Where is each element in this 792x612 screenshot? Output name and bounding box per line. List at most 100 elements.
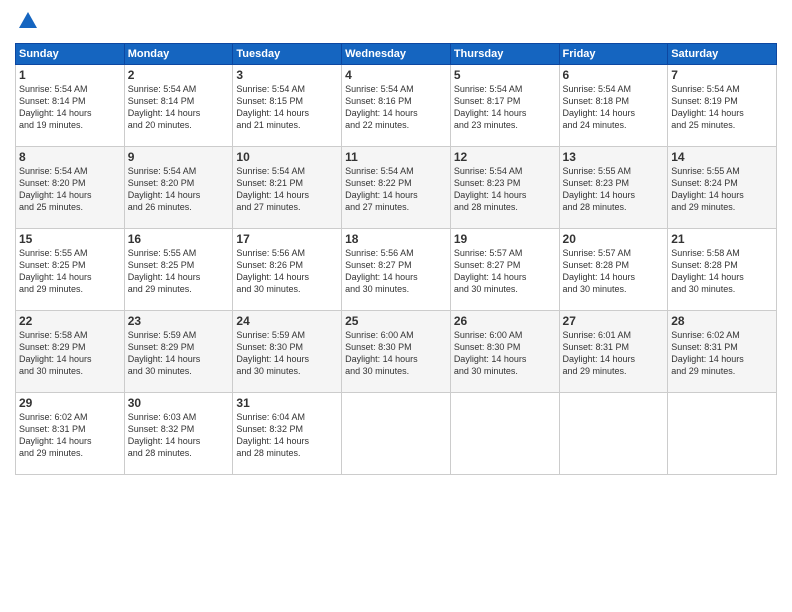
logo-icon (17, 10, 39, 32)
calendar-day-cell: 19Sunrise: 5:57 AMSunset: 8:27 PMDayligh… (450, 228, 559, 310)
calendar-day-cell: 29Sunrise: 6:02 AMSunset: 8:31 PMDayligh… (16, 392, 125, 474)
day-number: 30 (128, 396, 230, 410)
day-info: Sunrise: 5:57 AMSunset: 8:27 PMDaylight:… (454, 247, 556, 296)
calendar-week-row: 29Sunrise: 6:02 AMSunset: 8:31 PMDayligh… (16, 392, 777, 474)
day-info: Sunrise: 5:54 AMSunset: 8:14 PMDaylight:… (128, 83, 230, 132)
day-number: 9 (128, 150, 230, 164)
day-info: Sunrise: 5:54 AMSunset: 8:21 PMDaylight:… (236, 165, 338, 214)
day-number: 2 (128, 68, 230, 82)
day-info: Sunrise: 5:54 AMSunset: 8:22 PMDaylight:… (345, 165, 447, 214)
calendar-day-cell: 28Sunrise: 6:02 AMSunset: 8:31 PMDayligh… (668, 310, 777, 392)
day-info: Sunrise: 5:54 AMSunset: 8:17 PMDaylight:… (454, 83, 556, 132)
day-info: Sunrise: 5:56 AMSunset: 8:26 PMDaylight:… (236, 247, 338, 296)
calendar-day-cell: 10Sunrise: 5:54 AMSunset: 8:21 PMDayligh… (233, 146, 342, 228)
day-number: 26 (454, 314, 556, 328)
header-sunday: Sunday (16, 43, 125, 64)
day-number: 13 (563, 150, 665, 164)
calendar-day-cell: 30Sunrise: 6:03 AMSunset: 8:32 PMDayligh… (124, 392, 233, 474)
day-info: Sunrise: 6:02 AMSunset: 8:31 PMDaylight:… (671, 329, 773, 378)
day-number: 3 (236, 68, 338, 82)
day-info: Sunrise: 5:54 AMSunset: 8:16 PMDaylight:… (345, 83, 447, 132)
header-friday: Friday (559, 43, 668, 64)
day-info: Sunrise: 5:54 AMSunset: 8:20 PMDaylight:… (19, 165, 121, 214)
day-number: 21 (671, 232, 773, 246)
day-number: 20 (563, 232, 665, 246)
calendar-day-cell: 23Sunrise: 5:59 AMSunset: 8:29 PMDayligh… (124, 310, 233, 392)
header-thursday: Thursday (450, 43, 559, 64)
day-number: 23 (128, 314, 230, 328)
empty-cell (342, 392, 451, 474)
day-number: 19 (454, 232, 556, 246)
day-info: Sunrise: 5:54 AMSunset: 8:18 PMDaylight:… (563, 83, 665, 132)
day-number: 29 (19, 396, 121, 410)
calendar-day-cell: 11Sunrise: 5:54 AMSunset: 8:22 PMDayligh… (342, 146, 451, 228)
day-info: Sunrise: 5:55 AMSunset: 8:24 PMDaylight:… (671, 165, 773, 214)
day-number: 28 (671, 314, 773, 328)
calendar-day-cell: 8Sunrise: 5:54 AMSunset: 8:20 PMDaylight… (16, 146, 125, 228)
calendar-day-cell: 14Sunrise: 5:55 AMSunset: 8:24 PMDayligh… (668, 146, 777, 228)
calendar-day-cell: 4Sunrise: 5:54 AMSunset: 8:16 PMDaylight… (342, 64, 451, 146)
day-number: 16 (128, 232, 230, 246)
calendar-day-cell: 31Sunrise: 6:04 AMSunset: 8:32 PMDayligh… (233, 392, 342, 474)
calendar-day-cell: 7Sunrise: 5:54 AMSunset: 8:19 PMDaylight… (668, 64, 777, 146)
day-info: Sunrise: 6:00 AMSunset: 8:30 PMDaylight:… (454, 329, 556, 378)
calendar-day-cell: 21Sunrise: 5:58 AMSunset: 8:28 PMDayligh… (668, 228, 777, 310)
day-info: Sunrise: 5:54 AMSunset: 8:20 PMDaylight:… (128, 165, 230, 214)
header-saturday: Saturday (668, 43, 777, 64)
day-info: Sunrise: 5:59 AMSunset: 8:29 PMDaylight:… (128, 329, 230, 378)
day-info: Sunrise: 5:57 AMSunset: 8:28 PMDaylight:… (563, 247, 665, 296)
day-info: Sunrise: 5:55 AMSunset: 8:23 PMDaylight:… (563, 165, 665, 214)
day-info: Sunrise: 5:58 AMSunset: 8:28 PMDaylight:… (671, 247, 773, 296)
calendar-day-cell: 24Sunrise: 5:59 AMSunset: 8:30 PMDayligh… (233, 310, 342, 392)
calendar-day-cell: 1Sunrise: 5:54 AMSunset: 8:14 PMDaylight… (16, 64, 125, 146)
calendar-day-cell: 13Sunrise: 5:55 AMSunset: 8:23 PMDayligh… (559, 146, 668, 228)
calendar-day-cell: 17Sunrise: 5:56 AMSunset: 8:26 PMDayligh… (233, 228, 342, 310)
day-number: 4 (345, 68, 447, 82)
calendar-day-cell: 20Sunrise: 5:57 AMSunset: 8:28 PMDayligh… (559, 228, 668, 310)
calendar-day-cell: 9Sunrise: 5:54 AMSunset: 8:20 PMDaylight… (124, 146, 233, 228)
day-info: Sunrise: 5:59 AMSunset: 8:30 PMDaylight:… (236, 329, 338, 378)
day-number: 7 (671, 68, 773, 82)
day-info: Sunrise: 6:01 AMSunset: 8:31 PMDaylight:… (563, 329, 665, 378)
day-info: Sunrise: 5:54 AMSunset: 8:14 PMDaylight:… (19, 83, 121, 132)
day-number: 27 (563, 314, 665, 328)
calendar-day-cell: 25Sunrise: 6:00 AMSunset: 8:30 PMDayligh… (342, 310, 451, 392)
day-number: 8 (19, 150, 121, 164)
calendar-day-cell: 27Sunrise: 6:01 AMSunset: 8:31 PMDayligh… (559, 310, 668, 392)
calendar-day-cell: 3Sunrise: 5:54 AMSunset: 8:15 PMDaylight… (233, 64, 342, 146)
header (15, 10, 777, 37)
header-monday: Monday (124, 43, 233, 64)
day-info: Sunrise: 5:55 AMSunset: 8:25 PMDaylight:… (19, 247, 121, 296)
day-number: 22 (19, 314, 121, 328)
header-tuesday: Tuesday (233, 43, 342, 64)
day-info: Sunrise: 5:54 AMSunset: 8:19 PMDaylight:… (671, 83, 773, 132)
calendar-header-row: Sunday Monday Tuesday Wednesday Thursday… (16, 43, 777, 64)
day-info: Sunrise: 6:02 AMSunset: 8:31 PMDaylight:… (19, 411, 121, 460)
day-number: 11 (345, 150, 447, 164)
empty-cell (559, 392, 668, 474)
calendar-week-row: 1Sunrise: 5:54 AMSunset: 8:14 PMDaylight… (16, 64, 777, 146)
day-number: 6 (563, 68, 665, 82)
page: Sunday Monday Tuesday Wednesday Thursday… (0, 0, 792, 612)
calendar-table: Sunday Monday Tuesday Wednesday Thursday… (15, 43, 777, 475)
calendar-body: 1Sunrise: 5:54 AMSunset: 8:14 PMDaylight… (16, 64, 777, 474)
calendar-week-row: 22Sunrise: 5:58 AMSunset: 8:29 PMDayligh… (16, 310, 777, 392)
day-number: 17 (236, 232, 338, 246)
day-number: 24 (236, 314, 338, 328)
day-number: 31 (236, 396, 338, 410)
calendar-day-cell: 5Sunrise: 5:54 AMSunset: 8:17 PMDaylight… (450, 64, 559, 146)
calendar-day-cell: 18Sunrise: 5:56 AMSunset: 8:27 PMDayligh… (342, 228, 451, 310)
header-wednesday: Wednesday (342, 43, 451, 64)
calendar-day-cell: 15Sunrise: 5:55 AMSunset: 8:25 PMDayligh… (16, 228, 125, 310)
day-number: 18 (345, 232, 447, 246)
calendar-day-cell: 6Sunrise: 5:54 AMSunset: 8:18 PMDaylight… (559, 64, 668, 146)
day-info: Sunrise: 5:58 AMSunset: 8:29 PMDaylight:… (19, 329, 121, 378)
day-info: Sunrise: 6:03 AMSunset: 8:32 PMDaylight:… (128, 411, 230, 460)
day-info: Sunrise: 6:04 AMSunset: 8:32 PMDaylight:… (236, 411, 338, 460)
day-number: 10 (236, 150, 338, 164)
day-info: Sunrise: 5:55 AMSunset: 8:25 PMDaylight:… (128, 247, 230, 296)
day-number: 12 (454, 150, 556, 164)
calendar-day-cell: 12Sunrise: 5:54 AMSunset: 8:23 PMDayligh… (450, 146, 559, 228)
calendar-day-cell: 16Sunrise: 5:55 AMSunset: 8:25 PMDayligh… (124, 228, 233, 310)
day-number: 1 (19, 68, 121, 82)
